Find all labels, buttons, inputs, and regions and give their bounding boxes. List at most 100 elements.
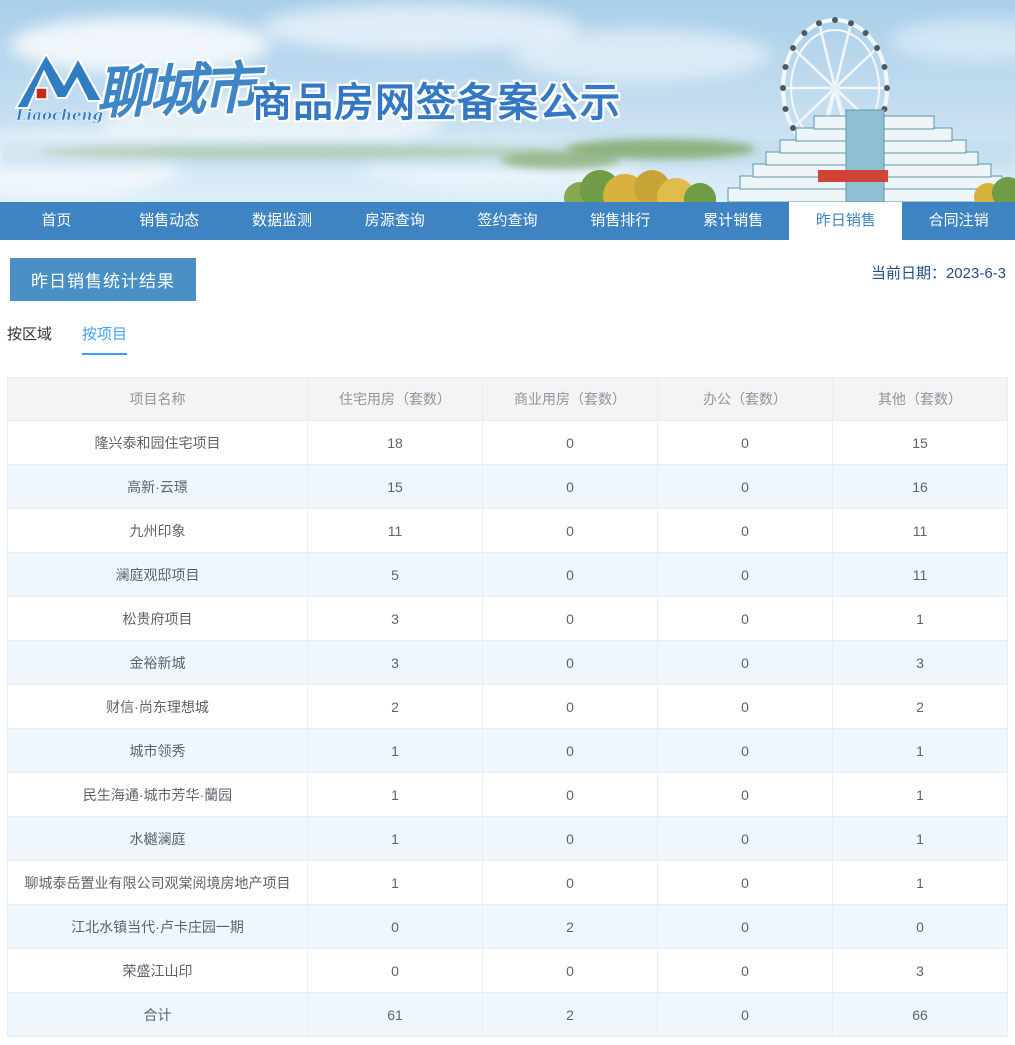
nav-item-4[interactable]: 房源查询 — [338, 202, 451, 240]
column-header-3: 商业用房（套数） — [482, 377, 658, 421]
value-cell: 0 — [657, 552, 833, 597]
table-row: 合计 61 2 0 66 — [7, 992, 1008, 1037]
nav-item-3[interactable]: 数据监测 — [226, 202, 339, 240]
value-cell: 0 — [657, 992, 833, 1037]
table-row: 财信·尚东理想城 2 0 0 2 — [7, 684, 1008, 729]
column-header-5: 其他（套数） — [832, 377, 1008, 421]
value-cell: 0 — [832, 904, 1008, 949]
value-cell: 1 — [307, 728, 483, 773]
column-header-2: 住宅用房（套数） — [307, 377, 483, 421]
table-row: 松贵府项目 3 0 0 1 — [7, 596, 1008, 641]
value-cell: 15 — [832, 420, 1008, 465]
sales-table-head: 项目名称 住宅用房（套数） 商业用房（套数） 办公（套数） 其他（套数） — [7, 377, 1008, 421]
value-cell: 5 — [307, 552, 483, 597]
table-row: 荣盛江山印 0 0 0 3 — [7, 948, 1008, 993]
nav-item-9[interactable]: 合同注销 — [902, 202, 1015, 240]
table-header-row: 项目名称 住宅用房（套数） 商业用房（套数） 办公（套数） 其他（套数） — [7, 377, 1008, 421]
value-cell: 0 — [482, 552, 658, 597]
value-cell: 1 — [832, 728, 1008, 773]
value-cell: 0 — [657, 596, 833, 641]
table-row: 隆兴泰和园住宅项目 18 0 0 15 — [7, 420, 1008, 465]
table-row: 江北水镇当代·卢卡庄园一期 0 2 0 0 — [7, 904, 1008, 949]
value-cell: 18 — [307, 420, 483, 465]
nav-item-1[interactable]: 首页 — [0, 202, 113, 240]
value-cell: 0 — [657, 508, 833, 553]
value-cell: 0 — [482, 728, 658, 773]
project-name-cell: 高新·云璟 — [7, 464, 308, 509]
value-cell: 1 — [307, 816, 483, 861]
value-cell: 1 — [307, 772, 483, 817]
value-cell: 1 — [832, 816, 1008, 861]
value-cell: 0 — [482, 464, 658, 509]
value-cell: 0 — [482, 508, 658, 553]
view-tabs: 按区域 按项目 — [7, 323, 1008, 355]
site-header: Liaocheng 聊城市 商品房网签备案公示 — [0, 0, 1015, 202]
value-cell: 3 — [832, 948, 1008, 993]
value-cell: 16 — [832, 464, 1008, 509]
value-cell: 0 — [657, 816, 833, 861]
value-cell: 3 — [307, 596, 483, 641]
sales-table: 项目名称 住宅用房（套数） 商业用房（套数） 办公（套数） 其他（套数） 隆兴泰和园住宅… — [7, 377, 1008, 1037]
content-area: 昨日销售统计结果 当前日期：2023-6-3 按区域 按项目 项目名称 住宅用房（套… — [0, 240, 1015, 1045]
value-cell: 0 — [657, 948, 833, 993]
value-cell: 0 — [482, 684, 658, 729]
site-brand: Liaocheng 聊城市 商品房网签备案公示 — [0, 0, 1015, 202]
project-name-cell: 隆兴泰和园住宅项目 — [7, 420, 308, 465]
value-cell: 0 — [307, 904, 483, 949]
value-cell: 2 — [482, 904, 658, 949]
project-name-cell: 松贵府项目 — [7, 596, 308, 641]
value-cell: 11 — [832, 508, 1008, 553]
nav-item-6[interactable]: 销售排行 — [564, 202, 677, 240]
project-name-cell: 聊城泰岳置业有限公司观棠阅境房地产项目 — [7, 860, 308, 905]
value-cell: 3 — [307, 640, 483, 685]
page-root: Liaocheng 聊城市 商品房网签备案公示 首页 销售动态 数据监测 房源查询 签约… — [0, 0, 1015, 1045]
value-cell: 2 — [482, 992, 658, 1037]
project-name-cell: 民生海通·城市芳华·蘭园 — [7, 772, 308, 817]
project-name-cell: 水樾澜庭 — [7, 816, 308, 861]
project-name-cell: 荣盛江山印 — [7, 948, 308, 993]
nav-item-5[interactable]: 签约查询 — [451, 202, 564, 240]
value-cell: 0 — [657, 728, 833, 773]
project-name-cell: 城市领秀 — [7, 728, 308, 773]
value-cell: 2 — [832, 684, 1008, 729]
nav-item-2[interactable]: 销售动态 — [113, 202, 226, 240]
value-cell: 15 — [307, 464, 483, 509]
value-cell: 0 — [657, 904, 833, 949]
value-cell: 0 — [657, 860, 833, 905]
value-cell: 3 — [832, 640, 1008, 685]
value-cell: 0 — [482, 772, 658, 817]
section-title: 昨日销售统计结果 — [10, 258, 196, 301]
value-cell: 11 — [832, 552, 1008, 597]
project-name-cell: 金裕新城 — [7, 640, 308, 685]
table-row: 水樾澜庭 1 0 0 1 — [7, 816, 1008, 861]
project-name-cell: 合计 — [7, 992, 308, 1037]
main-nav: 首页 销售动态 数据监测 房源查询 签约查询 销售排行 累计销售 昨日销售 合同注销 — [0, 202, 1015, 240]
value-cell: 0 — [657, 772, 833, 817]
value-cell: 2 — [307, 684, 483, 729]
table-row: 聊城泰岳置业有限公司观棠阅境房地产项目 1 0 0 1 — [7, 860, 1008, 905]
logo-script-text: Liaocheng — [15, 106, 103, 124]
value-cell: 0 — [657, 684, 833, 729]
value-cell: 0 — [657, 420, 833, 465]
tab-2[interactable]: 按项目 — [82, 323, 128, 355]
value-cell: 0 — [307, 948, 483, 993]
table-row: 澜庭观邸项目 5 0 0 11 — [7, 552, 1008, 597]
site-title: 商品房网签备案公示 — [252, 81, 621, 125]
project-name-cell: 九州印象 — [7, 508, 308, 553]
nav-item-7[interactable]: 累计销售 — [677, 202, 790, 240]
nav-item-8[interactable]: 昨日销售 — [789, 202, 903, 240]
value-cell: 0 — [482, 420, 658, 465]
table-row: 金裕新城 3 0 0 3 — [7, 640, 1008, 685]
value-cell: 61 — [307, 992, 483, 1037]
value-cell: 0 — [482, 860, 658, 905]
project-name-cell: 江北水镇当代·卢卡庄园一期 — [7, 904, 308, 949]
value-cell: 0 — [657, 640, 833, 685]
value-cell: 1 — [832, 596, 1008, 641]
value-cell: 0 — [657, 464, 833, 509]
value-cell: 0 — [482, 816, 658, 861]
tab-1[interactable]: 按区域 — [7, 323, 52, 355]
value-cell: 1 — [832, 772, 1008, 817]
table-row: 城市领秀 1 0 0 1 — [7, 728, 1008, 773]
value-cell: 1 — [307, 860, 483, 905]
title-bar: 昨日销售统计结果 当前日期：2023-6-3 — [7, 258, 1008, 301]
